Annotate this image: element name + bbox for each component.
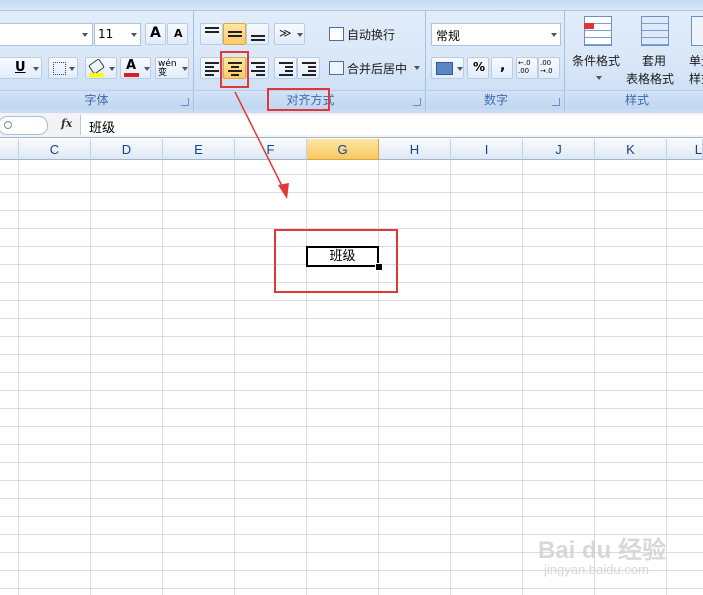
annotation-arrow — [234, 91, 289, 199]
baidu-watermark: Bai du 经验 jingyan.baidu.com — [538, 524, 703, 595]
arrow-head — [278, 183, 289, 199]
watermark-brand: Bai du 经验 — [538, 537, 667, 564]
watermark-url: jingyan.baidu.com — [544, 562, 649, 577]
arrow-line — [234, 91, 285, 191]
